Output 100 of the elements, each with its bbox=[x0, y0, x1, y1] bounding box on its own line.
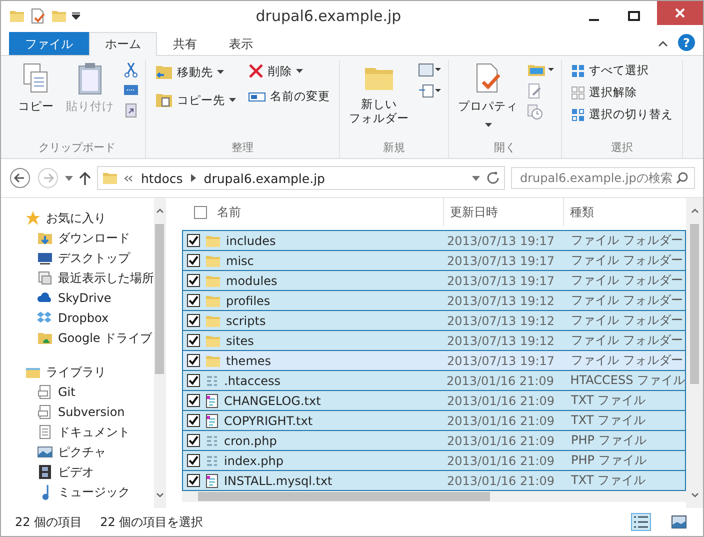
file-row[interactable]: sites 2013/07/13 19:12 ファイル フォルダー bbox=[182, 331, 686, 351]
row-checkbox[interactable] bbox=[187, 294, 200, 307]
file-type: ファイル フォルダー bbox=[570, 292, 684, 309]
file-type: ファイル フォルダー bbox=[570, 272, 684, 289]
horizontal-scrollbar[interactable] bbox=[182, 491, 686, 502]
nav-item[interactable]: 最近表示した場所 bbox=[25, 268, 154, 288]
new-folder-button[interactable]: 新しい フォルダー bbox=[346, 60, 412, 128]
file-row[interactable]: INSTALL.mysql.txt 2013/01/16 21:09 TXT ファイル bbox=[182, 471, 686, 491]
select-none-button[interactable]: 選択解除 bbox=[568, 82, 676, 103]
copy-to-button[interactable]: コピー先 bbox=[152, 88, 239, 112]
caret-icon bbox=[217, 70, 224, 74]
address-bar[interactable]: htdocs drupal6.example.jp bbox=[97, 166, 505, 190]
nav-item[interactable]: Dropbox bbox=[25, 308, 154, 328]
invert-selection-button[interactable]: 選択の切り替え bbox=[568, 104, 676, 125]
file-row[interactable]: misc 2013/07/13 19:17 ファイル フォルダー bbox=[182, 251, 686, 271]
file-row[interactable]: .htaccess 2013/01/16 21:09 HTACCESS ファイル bbox=[182, 371, 686, 391]
scissors-icon[interactable] bbox=[123, 62, 139, 78]
collapse-ribbon-icon[interactable] bbox=[658, 41, 668, 47]
row-checkbox[interactable] bbox=[187, 414, 200, 427]
nav-section[interactable]: ライブラリ bbox=[25, 362, 154, 382]
rename-button[interactable]: 名前の変更 bbox=[245, 86, 333, 107]
close-button[interactable] bbox=[657, 1, 703, 25]
row-checkbox[interactable] bbox=[187, 314, 200, 327]
customize-toolbar-icon[interactable] bbox=[72, 12, 80, 20]
nav-item[interactable]: ダウンロード bbox=[25, 228, 154, 248]
open-folder-icon[interactable] bbox=[527, 62, 555, 78]
file-row[interactable]: index.php 2013/01/16 21:09 PHP ファイル bbox=[182, 451, 686, 471]
large-icons-view-button[interactable] bbox=[669, 513, 689, 531]
nav-item[interactable]: ピクチャ bbox=[25, 442, 154, 462]
nav-item[interactable]: ドキュメント bbox=[25, 422, 154, 442]
row-checkbox[interactable] bbox=[187, 434, 200, 447]
column-header[interactable]: 更新日時 bbox=[444, 198, 564, 226]
nav-item[interactable]: Google ドライブ bbox=[25, 328, 154, 348]
new-item-icon[interactable] bbox=[418, 62, 442, 78]
file-row[interactable]: includes 2013/07/13 19:17 ファイル フォルダー bbox=[182, 230, 686, 251]
row-checkbox[interactable] bbox=[187, 374, 200, 387]
easy-access-icon[interactable] bbox=[418, 83, 442, 99]
dropdown-icon[interactable] bbox=[472, 176, 480, 180]
nav-item[interactable]: Subversion bbox=[25, 402, 154, 422]
row-checkbox[interactable] bbox=[187, 474, 200, 487]
group-label: 開く bbox=[493, 140, 517, 156]
row-checkbox[interactable] bbox=[187, 354, 200, 367]
row-checkbox[interactable] bbox=[187, 454, 200, 467]
rename-icon bbox=[248, 90, 266, 102]
picture-icon bbox=[671, 515, 687, 529]
properties-button[interactable]: プロパティ bbox=[455, 60, 521, 133]
copy-path-icon[interactable] bbox=[123, 83, 139, 97]
row-checkbox[interactable] bbox=[187, 234, 200, 247]
select-all-button[interactable]: すべて選択 bbox=[568, 60, 676, 81]
library-file-icon bbox=[37, 404, 53, 420]
nav-item[interactable]: デスクトップ bbox=[25, 248, 154, 268]
select-all-checkbox[interactable] bbox=[194, 206, 207, 218]
ribbon-tab[interactable]: ホーム bbox=[89, 32, 157, 56]
modified-date: 2013/07/13 19:12 bbox=[446, 314, 556, 328]
column-header[interactable]: 種類 bbox=[564, 198, 686, 226]
breadcrumb[interactable]: htdocs bbox=[139, 170, 185, 186]
ribbon-tab[interactable]: 表示 bbox=[213, 32, 269, 55]
ribbon-tab[interactable]: 共有 bbox=[157, 32, 213, 55]
breadcrumb[interactable]: drupal6.example.jp bbox=[202, 170, 327, 186]
file-row[interactable]: CHANGELOG.txt 2013/01/16 21:09 TXT ファイル bbox=[182, 391, 686, 411]
properties-icon[interactable] bbox=[30, 8, 46, 24]
back-button[interactable] bbox=[9, 167, 31, 189]
nav-item[interactable]: ビデオ bbox=[25, 462, 154, 482]
copy-button[interactable]: コピー bbox=[15, 60, 57, 116]
file-row[interactable]: profiles 2013/07/13 19:12 ファイル フォルダー bbox=[182, 291, 686, 311]
search-field[interactable]: drupal6.example.jpの検索 bbox=[511, 167, 695, 189]
row-checkbox[interactable] bbox=[187, 394, 200, 407]
invert-selection-icon bbox=[571, 108, 585, 122]
row-checkbox[interactable] bbox=[187, 254, 200, 267]
scrollbar[interactable] bbox=[686, 198, 703, 508]
modified-date: 2013/01/16 21:09 bbox=[445, 374, 556, 388]
nav-section[interactable]: お気に入り bbox=[25, 208, 154, 228]
gear-file-icon bbox=[205, 374, 219, 388]
row-checkbox[interactable] bbox=[187, 334, 200, 347]
caret-icon bbox=[484, 123, 492, 128]
file-menu-tab[interactable]: ファイル bbox=[9, 32, 89, 55]
recent-locations-button[interactable] bbox=[65, 176, 73, 180]
refresh-icon[interactable] bbox=[486, 171, 500, 185]
history-icon[interactable] bbox=[527, 104, 543, 120]
file-row[interactable]: COPYRIGHT.txt 2013/01/16 21:09 TXT ファイル bbox=[182, 411, 686, 431]
file-row[interactable]: themes 2013/07/13 19:17 ファイル フォルダー bbox=[182, 351, 686, 371]
row-checkbox[interactable] bbox=[187, 274, 200, 287]
column-header[interactable]: 名前 bbox=[217, 204, 241, 220]
nav-item[interactable]: Git bbox=[25, 382, 154, 402]
edit-icon[interactable] bbox=[527, 83, 543, 99]
file-row[interactable]: modules 2013/07/13 19:17 ファイル フォルダー bbox=[182, 271, 686, 291]
move-to-button[interactable]: 移動先 bbox=[152, 60, 239, 84]
film-icon bbox=[37, 464, 53, 480]
file-type: TXT ファイル bbox=[570, 412, 646, 429]
paste-shortcut-icon[interactable] bbox=[123, 102, 139, 118]
nav-item[interactable]: SkyDrive bbox=[25, 288, 154, 308]
help-button[interactable]: ? bbox=[678, 34, 695, 51]
file-row[interactable]: scripts 2013/07/13 19:12 ファイル フォルダー bbox=[182, 311, 686, 331]
new-folder-icon bbox=[51, 8, 67, 24]
details-view-button[interactable] bbox=[631, 513, 651, 531]
up-button[interactable] bbox=[79, 171, 91, 185]
scrollbar[interactable] bbox=[154, 198, 165, 508]
nav-item[interactable]: ミュージック bbox=[25, 482, 154, 502]
delete-button[interactable]: 削除 bbox=[245, 60, 333, 82]
file-row[interactable]: cron.php 2013/01/16 21:09 PHP ファイル bbox=[182, 431, 686, 451]
